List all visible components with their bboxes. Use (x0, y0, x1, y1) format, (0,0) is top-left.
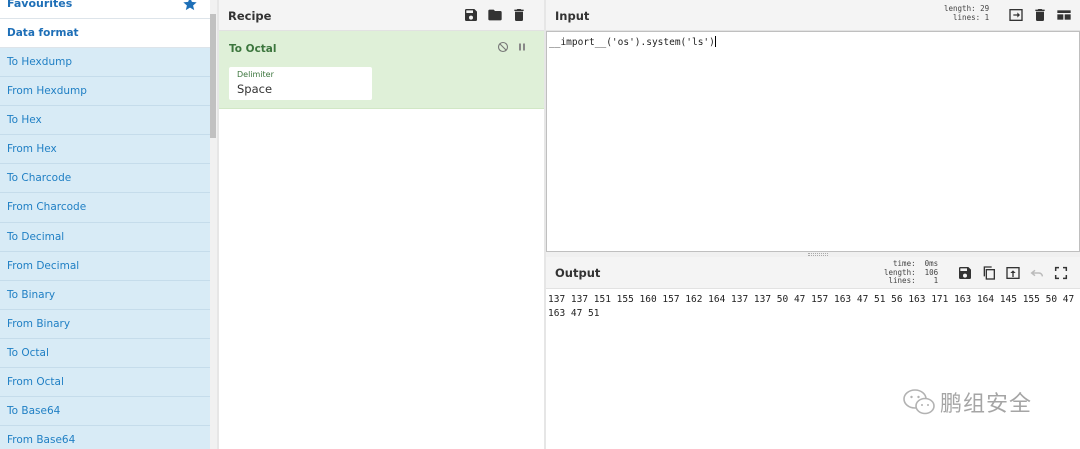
output-stats: time: 0ms length: 106 lines: 1 (884, 259, 939, 285)
input-panel: Input length: 29 lines: 1 __import__('os… (546, 0, 1080, 252)
input-toolbar (1008, 7, 1072, 23)
pause-icon[interactable] (516, 41, 528, 53)
operation-item[interactable]: To Base64 (0, 397, 210, 427)
operation-item[interactable]: From Base64 (0, 426, 210, 449)
delimiter-field[interactable]: Delimiter Space (229, 67, 372, 100)
watermark: 鹏组安全 (902, 382, 1032, 422)
operation-item[interactable]: From Octal (0, 368, 210, 398)
input-header: Input length: 29 lines: 1 (546, 0, 1080, 31)
operation-item[interactable]: To Decimal (0, 222, 210, 252)
star-icon[interactable] (182, 0, 198, 12)
output-header: Output time: 0ms length: 106 lines: 1 (546, 257, 1080, 289)
input-title: Input (555, 9, 590, 23)
delimiter-label: Delimiter (237, 70, 274, 79)
layout-icon[interactable] (1056, 7, 1072, 23)
text-caret (714, 36, 716, 47)
ingredient-title: To Octal (229, 43, 277, 55)
operations-list: Favourites Data format To Hexdump From H… (0, 0, 210, 449)
input-text: __import__('os').system('ls') (549, 36, 716, 48)
operation-item[interactable]: From Decimal (0, 251, 210, 281)
operation-item[interactable]: From Binary (0, 309, 210, 339)
resize-grip[interactable] (808, 253, 828, 256)
operations-scrollbar-thumb[interactable] (210, 14, 216, 138)
folder-icon[interactable] (487, 7, 503, 23)
operation-item[interactable]: To Octal (0, 338, 210, 369)
operation-item[interactable]: From Hex (0, 135, 210, 165)
output-toolbar (957, 265, 1069, 281)
wechat-icon (903, 389, 935, 415)
category-favourites-label: Favourites (7, 0, 73, 10)
input-textarea[interactable]: __import__('os').system('ls') (546, 31, 1080, 252)
add-input-tab-icon[interactable] (1008, 7, 1024, 23)
save-icon[interactable] (463, 7, 479, 23)
operation-item[interactable]: From Charcode (0, 193, 210, 223)
disable-icon[interactable] (497, 41, 509, 53)
trash-icon[interactable] (511, 7, 527, 23)
save-output-icon[interactable] (957, 265, 973, 281)
undo-icon[interactable] (1029, 265, 1045, 281)
output-text[interactable]: 137 137 151 155 160 157 162 164 137 137 … (548, 293, 1080, 321)
operation-item[interactable]: From Hexdump (0, 77, 210, 107)
recipe-header: Recipe (219, 0, 544, 31)
operation-item[interactable]: To Binary (0, 280, 210, 310)
input-stats: length: 29 lines: 1 (944, 4, 990, 22)
replace-input-icon[interactable] (1005, 265, 1021, 281)
recipe-panel: Recipe To Octal Delimiter Space (219, 0, 544, 449)
clear-input-icon[interactable] (1032, 7, 1048, 23)
output-title: Output (555, 266, 601, 280)
recipe-ingredient[interactable]: To Octal Delimiter Space (219, 31, 544, 109)
category-data-format[interactable]: Data format (0, 19, 210, 48)
recipe-title: Recipe (228, 9, 272, 23)
maximise-icon[interactable] (1053, 265, 1069, 281)
operations-panel: Favourites Data format To Hexdump From H… (0, 0, 217, 449)
copy-icon[interactable] (981, 265, 997, 281)
category-favourites[interactable]: Favourites (0, 0, 210, 19)
watermark-text: 鹏组安全 (940, 392, 1033, 417)
operation-item[interactable]: To Hex (0, 106, 210, 136)
recipe-toolbar (463, 7, 527, 23)
delimiter-value: Space (237, 82, 273, 96)
operation-item[interactable]: To Charcode (0, 164, 210, 194)
operation-item[interactable]: To Hexdump (0, 48, 210, 78)
